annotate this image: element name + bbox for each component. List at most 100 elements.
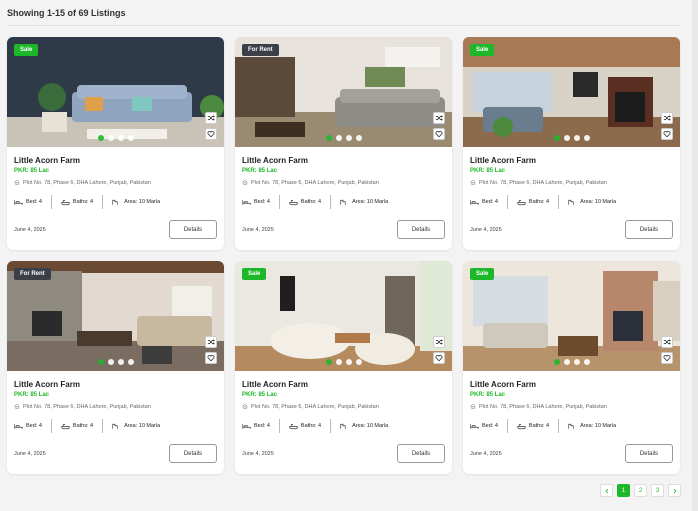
listing-card: For Rent Little Acorn Farm PKR: 85 Lac P… <box>235 37 452 250</box>
feature-area-text: Area: 10 Marla <box>352 199 389 205</box>
listing-features: Bed: 4 Baths: 4 Area: 10 Marla <box>470 195 673 209</box>
listing-status-badge: Sale <box>470 44 495 56</box>
area-icon <box>112 199 118 205</box>
chevron-right-icon <box>673 488 676 493</box>
compare-button[interactable] <box>661 112 673 124</box>
compare-button[interactable] <box>205 336 217 348</box>
listing-title[interactable]: Little Acorn Farm <box>470 380 673 389</box>
listing-features: Bed: 4 Baths: 4 Area: 10 Marla <box>470 419 673 433</box>
shuffle-icon <box>435 339 443 345</box>
listing-card: For Rent Little Acorn Farm PKR: 85 Lac P… <box>7 261 224 474</box>
feature-bed: Bed: 4 <box>242 423 279 430</box>
listing-photo[interactable]: For Rent <box>7 261 224 371</box>
shuffle-icon <box>207 115 215 121</box>
carousel-dot[interactable] <box>127 359 134 365</box>
location-pin-icon <box>470 180 476 186</box>
listing-photo[interactable]: For Rent <box>235 37 452 147</box>
carousel-dot[interactable] <box>325 359 332 365</box>
pagination-page-1[interactable]: 1 <box>617 484 630 497</box>
feature-area: Area: 10 Marla <box>340 423 397 430</box>
listings-header: Showing 1-15 of 69 Listings <box>7 8 681 26</box>
listing-photo[interactable]: Sale <box>7 37 224 147</box>
listing-title[interactable]: Little Acorn Farm <box>14 156 217 165</box>
listing-features: Bed: 4 Baths: 4 Area: 10 Marla <box>242 195 445 209</box>
bed-icon <box>242 423 251 429</box>
carousel-dot[interactable] <box>573 359 580 365</box>
listing-features: Bed: 4 Baths: 4 Area: 10 Marla <box>14 419 217 433</box>
carousel-dot[interactable] <box>563 135 570 141</box>
pagination-page-2[interactable]: 2 <box>634 484 647 497</box>
location-pin-icon <box>470 404 476 410</box>
feature-area-text: Area: 10 Marla <box>580 423 617 429</box>
compare-button[interactable] <box>433 336 445 348</box>
pagination-prev-button[interactable] <box>600 484 613 497</box>
listing-status-badge: For Rent <box>14 268 51 280</box>
carousel-dot[interactable] <box>355 359 362 365</box>
feature-area-text: Area: 10 Marla <box>352 423 389 429</box>
listing-title[interactable]: Little Acorn Farm <box>14 380 217 389</box>
carousel-dots <box>7 135 224 141</box>
shuffle-icon <box>435 115 443 121</box>
listing-status-badge: Sale <box>470 268 495 280</box>
listing-address: Plot No. 78, Phase 6, DHA Lahore, Punjab… <box>242 404 445 410</box>
pagination: 1 2 3 <box>600 484 681 497</box>
carousel-dots <box>235 359 452 365</box>
listing-date: June 4, 2025 <box>14 450 46 457</box>
carousel-dot[interactable] <box>325 135 332 141</box>
carousel-dot[interactable] <box>345 135 352 141</box>
details-button[interactable]: Details <box>397 220 445 239</box>
carousel-dot[interactable] <box>335 359 342 365</box>
carousel-dot[interactable] <box>563 359 570 365</box>
divider <box>330 419 332 433</box>
bed-icon <box>242 199 251 205</box>
carousel-dot[interactable] <box>107 359 114 365</box>
details-button[interactable]: Details <box>625 220 673 239</box>
carousel-dot[interactable] <box>97 135 104 141</box>
carousel-dot[interactable] <box>107 135 114 141</box>
listing-photo[interactable]: Sale <box>463 261 680 371</box>
feature-area: Area: 10 Marla <box>568 199 625 206</box>
bath-icon <box>289 199 298 205</box>
listing-price: PKR: 85 Lac <box>242 392 278 398</box>
carousel-dot[interactable] <box>97 359 104 365</box>
carousel-dot[interactable] <box>335 135 342 141</box>
details-button[interactable]: Details <box>397 444 445 463</box>
carousel-dots <box>463 135 680 141</box>
carousel-dot[interactable] <box>127 135 134 141</box>
compare-button[interactable] <box>205 112 217 124</box>
listing-photo[interactable]: Sale <box>235 261 452 371</box>
divider <box>278 195 280 209</box>
pagination-page-3[interactable]: 3 <box>651 484 664 497</box>
compare-button[interactable] <box>433 112 445 124</box>
carousel-dot[interactable] <box>553 135 560 141</box>
property-image <box>463 37 680 147</box>
carousel-dot[interactable] <box>583 359 590 365</box>
listing-title[interactable]: Little Acorn Farm <box>470 156 673 165</box>
shuffle-icon <box>663 115 671 121</box>
carousel-dot[interactable] <box>573 135 580 141</box>
details-button[interactable]: Details <box>169 444 217 463</box>
pagination-next-button[interactable] <box>668 484 681 497</box>
carousel-dot[interactable] <box>583 135 590 141</box>
feature-area: Area: 10 Marla <box>568 423 625 430</box>
listing-features: Bed: 4 Baths: 4 Area: 10 Marla <box>242 419 445 433</box>
page-scrollbar[interactable] <box>692 0 698 511</box>
details-button[interactable]: Details <box>169 220 217 239</box>
details-button[interactable]: Details <box>625 444 673 463</box>
area-icon <box>112 423 118 429</box>
divider <box>558 195 560 209</box>
bath-icon <box>517 199 526 205</box>
listing-title[interactable]: Little Acorn Farm <box>242 380 445 389</box>
carousel-dot[interactable] <box>117 135 124 141</box>
carousel-dot[interactable] <box>355 135 362 141</box>
bath-icon <box>517 423 526 429</box>
listing-photo[interactable]: Sale <box>463 37 680 147</box>
feature-baths-text: Baths: 4 <box>300 423 322 429</box>
carousel-dot[interactable] <box>345 359 352 365</box>
compare-button[interactable] <box>661 336 673 348</box>
feature-bed: Bed: 4 <box>470 423 507 430</box>
feature-bed-text: Bed: 4 <box>482 423 498 429</box>
carousel-dot[interactable] <box>553 359 560 365</box>
carousel-dot[interactable] <box>117 359 124 365</box>
listing-title[interactable]: Little Acorn Farm <box>242 156 445 165</box>
